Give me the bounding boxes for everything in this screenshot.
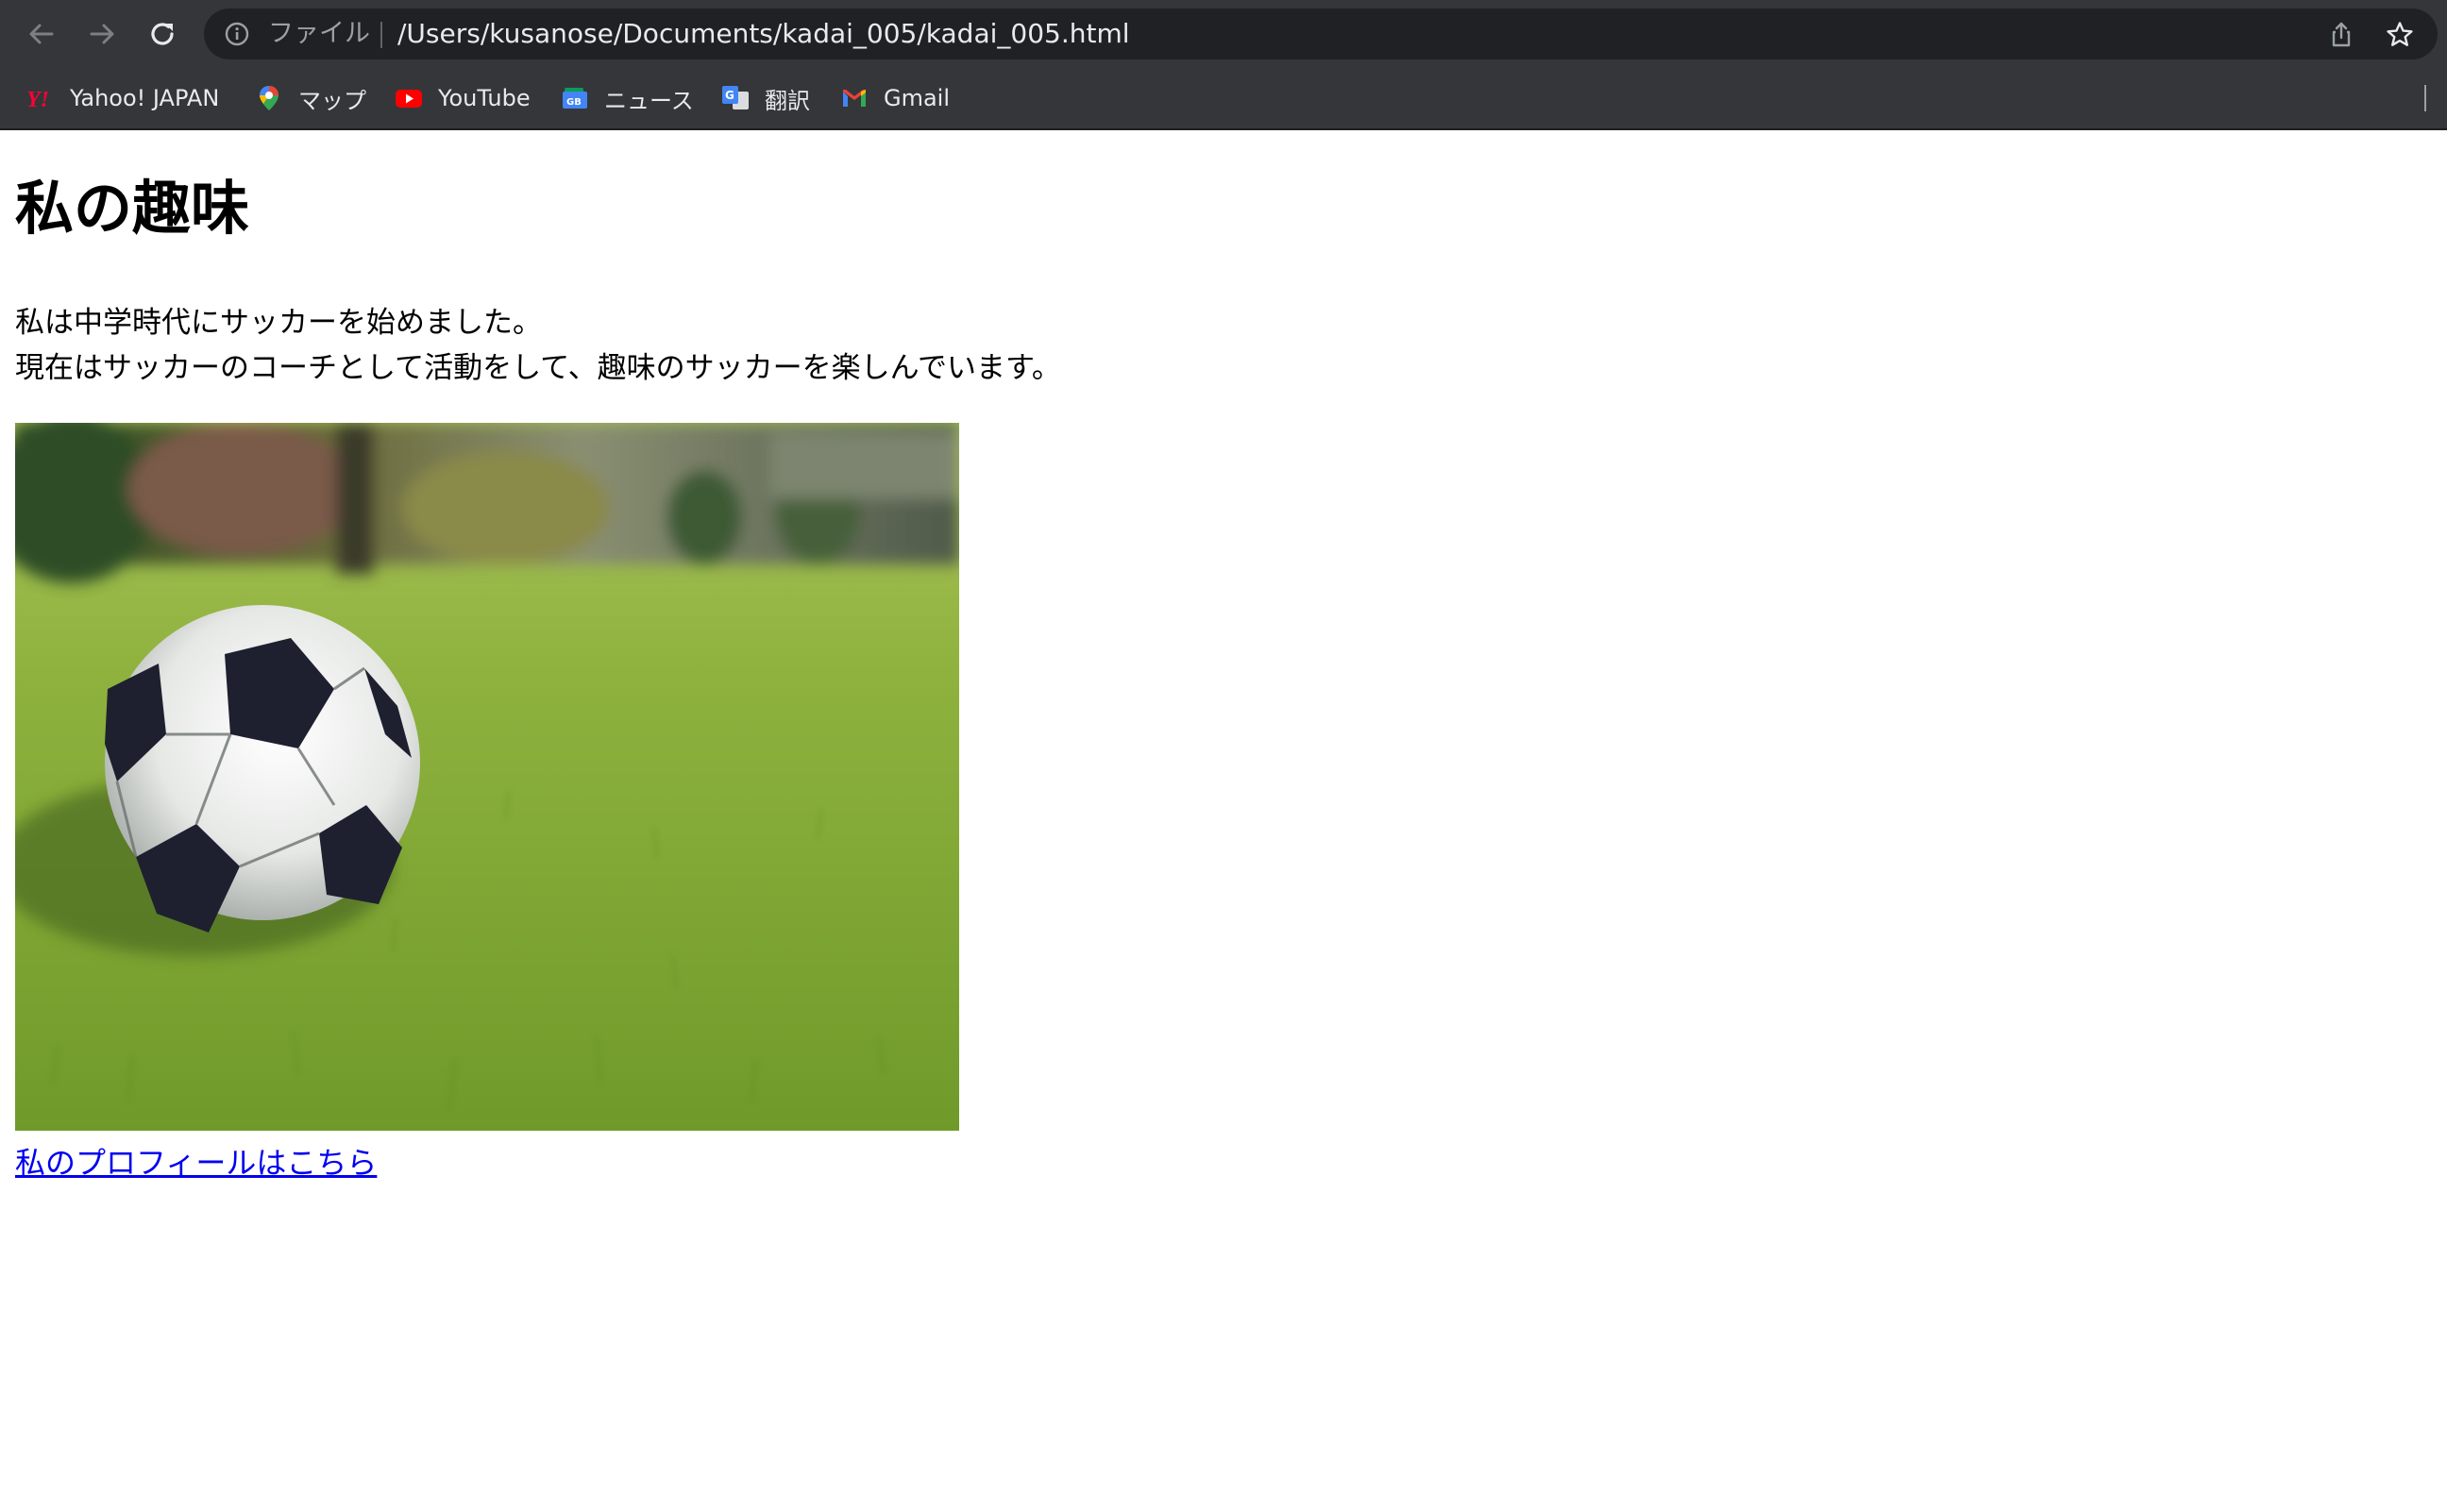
scheme-chip[interactable]: ファイル — [268, 8, 370, 59]
url-text[interactable]: /Users/kusanose/Documents/kadai_005/kada… — [397, 8, 1130, 59]
profile-link[interactable]: 私のプロフィールはこちら — [15, 1142, 377, 1184]
page-content: 私の趣味 私は中学時代にサッカーを始めました。 現在はサッカーのコーチとして活動… — [0, 130, 2447, 1512]
forward-arrow-icon — [90, 24, 114, 44]
bookmarks-overflow-edge — [2424, 85, 2426, 111]
info-icon[interactable] — [223, 20, 251, 48]
svg-text:G: G — [725, 89, 734, 102]
browser-toolbar: ファイル /Users/kusanose/Documents/kadai_005… — [0, 0, 2447, 68]
address-separator — [380, 22, 382, 48]
back-button[interactable] — [21, 13, 62, 55]
back-arrow-icon — [29, 24, 54, 44]
bookmark-label: マップ — [298, 87, 366, 114]
youtube-icon — [396, 90, 422, 108]
share-icon[interactable] — [2326, 20, 2356, 50]
page-title: 私の趣味 — [15, 174, 250, 243]
bookmark-label: 翻訳 — [765, 87, 810, 114]
bookmark-label: Yahoo! JAPAN — [70, 85, 220, 111]
bookmark-youtube[interactable]: YouTube — [395, 79, 531, 117]
paragraph-line: 現在はサッカーのコーチとして活動をして、趣味のサッカーを楽しんでいます。 — [15, 351, 1061, 385]
bookmark-label: YouTube — [438, 85, 531, 111]
forward-button[interactable] — [81, 13, 123, 55]
bookmark-star-icon[interactable] — [2385, 20, 2415, 50]
bookmark-news[interactable]: GB ニュース — [561, 79, 694, 117]
intro-paragraph: 私は中学時代にサッカーを始めました。 現在はサッカーのコーチとして活動をして、趣… — [15, 300, 1061, 391]
bookmark-maps[interactable]: マップ — [255, 79, 366, 117]
bookmarks-bar: Y! Yahoo! JAPAN マップ YouTube GB ニュース G 翻訳… — [0, 68, 2447, 128]
bookmark-gmail[interactable]: Gmail — [840, 79, 950, 117]
svg-text:GB: GB — [566, 97, 582, 108]
soccer-ball-photo — [15, 423, 959, 1131]
reload-icon — [151, 23, 174, 45]
gmail-icon — [843, 90, 866, 107]
address-bar[interactable]: ファイル /Users/kusanose/Documents/kadai_005… — [204, 8, 2438, 59]
bookmark-label: ニュース — [604, 87, 694, 114]
paragraph-line: 私は中学時代にサッカーを始めました。 — [15, 306, 542, 340]
svg-text:Y!: Y! — [26, 88, 49, 112]
google-maps-icon — [260, 86, 278, 110]
bookmark-label: Gmail — [884, 85, 951, 111]
bookmark-translate[interactable]: G 翻訳 — [721, 79, 810, 117]
yahoo-japan-icon: Y! — [26, 88, 49, 112]
browser-chrome: ファイル /Users/kusanose/Documents/kadai_005… — [0, 0, 2447, 130]
reload-button[interactable] — [142, 13, 183, 55]
google-news-icon: GB — [563, 88, 587, 109]
bookmark-yahoo-japan[interactable]: Y! Yahoo! JAPAN — [26, 79, 219, 117]
google-translate-icon: G — [722, 86, 749, 109]
